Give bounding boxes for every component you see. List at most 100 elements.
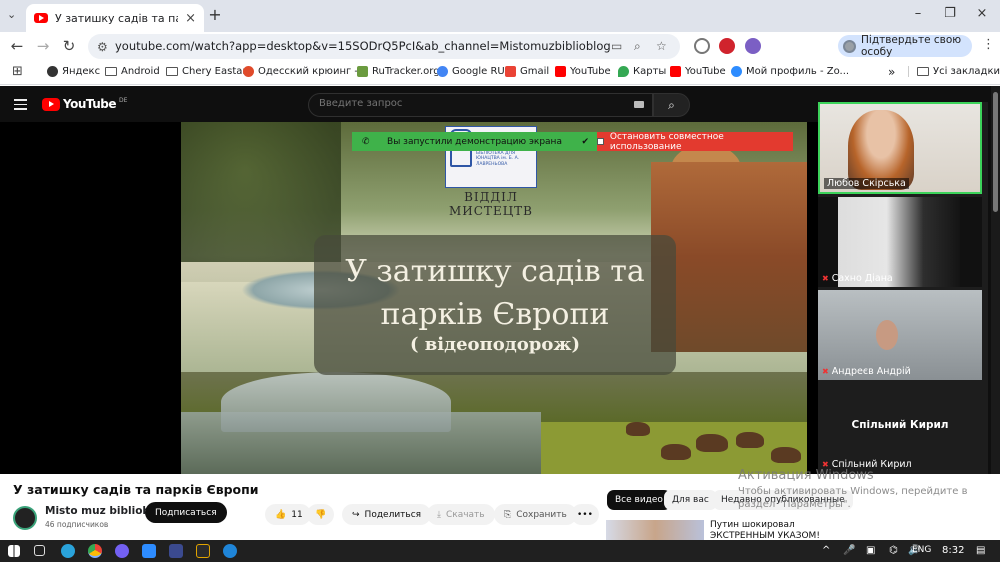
participant-tile[interactable]: ✖ Андреєв Андрій <box>818 290 982 380</box>
bookmark-google-ru[interactable]: Google RU <box>437 66 505 77</box>
bookmark-icon: ⎘ <box>504 509 512 520</box>
windows-start-icon[interactable] <box>8 545 20 557</box>
tab-close-icon[interactable]: × <box>185 11 196 26</box>
participant-tile[interactable]: Любов Скірська <box>818 102 982 194</box>
folder-icon <box>917 67 929 76</box>
bookmark-label: Google RU <box>452 66 505 77</box>
search-input[interactable] <box>319 98 619 109</box>
keyboard-icon[interactable] <box>634 101 644 108</box>
participant-name-text: Любов Скірська <box>827 178 906 189</box>
opera-extension-icon[interactable] <box>719 38 735 54</box>
search-button[interactable]: ⌕ <box>653 93 690 117</box>
camera-icon[interactable]: ▣ <box>866 545 875 556</box>
page-scrollbar[interactable] <box>991 86 1000 474</box>
folder-icon <box>166 67 178 76</box>
edge-icon[interactable] <box>223 544 237 558</box>
stop-sharing-label: Остановить совместное использование <box>609 131 724 152</box>
zoom-app-icon[interactable] <box>142 544 156 558</box>
participant-name: ✖ Сахно Діана <box>822 273 893 284</box>
more-actions-button[interactable]: ••• <box>571 504 599 525</box>
apps-grid-icon[interactable]: ⊞ <box>12 64 23 79</box>
bookmark-youtube-1[interactable]: YouTube <box>555 66 611 77</box>
bookmark-yandex[interactable]: Яндекс <box>47 66 100 77</box>
bookmark-gmail[interactable]: Gmail <box>505 66 549 77</box>
channel-avatar[interactable] <box>13 506 37 530</box>
zoom-icon[interactable]: ⌕ <box>634 39 641 54</box>
notifications-icon[interactable]: ▤ <box>976 545 985 556</box>
clock[interactable]: 8:32 <box>942 545 964 556</box>
site-info-icon[interactable]: ⚙ <box>97 40 108 54</box>
bookmark-maps[interactable]: Карты <box>618 66 666 77</box>
youtube-icon <box>555 66 566 77</box>
forward-arrow-icon[interactable]: → <box>34 37 52 55</box>
bookmark-rutracker[interactable]: RuTracker.org <box>357 66 440 77</box>
recommended-title[interactable]: Путин шокировал ЭКСТРЕННЫМ УКАЗОМ! Все <box>710 520 830 540</box>
dislike-button[interactable]: 👎 <box>307 504 335 525</box>
cast-icon[interactable]: ▭ <box>611 39 622 53</box>
bison <box>736 432 764 448</box>
download-button[interactable]: ⤓ Скачать <box>427 504 495 525</box>
folder-icon <box>105 67 117 76</box>
recommended-thumbnail[interactable] <box>606 520 704 540</box>
close-window-button[interactable]: × <box>972 6 992 21</box>
chrome-icon[interactable] <box>88 544 102 558</box>
all-bookmarks-button[interactable]: Усі закладки <box>908 66 1000 77</box>
slide-subtitle: ( відеоподорож) <box>409 334 581 355</box>
youtube-region: DE <box>119 96 128 104</box>
chrome-menu-icon[interactable]: ⋮ <box>982 37 995 52</box>
bookmark-android[interactable]: Android <box>105 66 160 77</box>
bookmarks-bar: ⊞ Яндекс Android Chery Eastar Одесский к… <box>0 61 1000 85</box>
translate-extension-icon[interactable] <box>694 38 710 54</box>
new-tab-button[interactable]: + <box>206 6 224 24</box>
microphone-icon[interactable]: 🎤 <box>843 545 855 556</box>
chip-for-you[interactable]: Для вас <box>664 490 717 510</box>
department-caption: ВІДДІЛ МИСТЕЦТВ <box>429 190 553 218</box>
bookmark-label: Мой профиль - Zo... <box>746 66 850 77</box>
participant-tile[interactable]: Спільний Кирил ✖ Спільний Кирил <box>818 383 982 473</box>
youtube-logo[interactable]: YouTube DE <box>42 97 127 111</box>
bookmark-chery-eastar[interactable]: Chery Eastar <box>166 66 247 77</box>
participant-tile[interactable]: ✖ Сахно Діана <box>818 197 982 287</box>
slide-title: У затишку садів та парків Європи <box>314 250 676 336</box>
network-icon[interactable]: ⌬ <box>889 545 898 556</box>
telegram-icon[interactable] <box>61 544 75 558</box>
video-player[interactable]: У затишку садів та парків Європи ( відео… <box>0 102 988 474</box>
bookmark-zoom-profile[interactable]: Мой профиль - Zo... <box>731 66 849 77</box>
search-box <box>308 93 653 117</box>
address-bar[interactable]: ⚙ youtube.com/watch?app=desktop&v=15SODr… <box>88 34 680 59</box>
media-app-icon[interactable] <box>169 544 183 558</box>
slide-title-line-1: У затишку садів та <box>345 254 645 289</box>
reload-icon[interactable]: ↻ <box>60 37 78 55</box>
viber-icon[interactable] <box>115 544 129 558</box>
profile-button[interactable]: Підтвердьте свою особу <box>838 34 972 58</box>
bookmark-label: YouTube <box>570 66 611 77</box>
stop-sharing-button[interactable]: Остановить совместное использование <box>597 131 793 152</box>
bison <box>771 447 801 463</box>
winamp-icon[interactable] <box>196 544 210 558</box>
subscribe-button[interactable]: Подписаться <box>145 502 227 523</box>
chip-all-videos[interactable]: Все видео <box>607 490 671 510</box>
tab-search-icon[interactable]: ⌄ <box>7 8 16 21</box>
firefox-extension-icon[interactable] <box>745 38 761 54</box>
language-indicator[interactable]: ENG <box>912 545 931 555</box>
like-button[interactable]: 👍 11 <box>265 504 311 525</box>
task-view-icon[interactable] <box>34 545 45 556</box>
bookmark-odessa-crewing[interactable]: Одесский крюинг -... <box>243 66 368 77</box>
youtube-play-icon <box>42 97 60 111</box>
bookmark-label: Карты <box>633 66 667 77</box>
menu-icon[interactable] <box>14 99 27 113</box>
save-label: Сохранить <box>516 509 567 520</box>
tray-overflow-icon[interactable]: ^ <box>822 545 830 556</box>
participant-name: Любов Скірська <box>824 178 909 189</box>
tab-active[interactable]: У затишку садів та парків Європи × <box>26 4 204 32</box>
minimize-button[interactable]: – <box>908 6 928 21</box>
url-text[interactable]: youtube.com/watch?app=desktop&v=15SODrQ5… <box>115 39 611 53</box>
share-button[interactable]: ↪ Поделиться <box>342 504 432 525</box>
bookmark-youtube-2[interactable]: YouTube <box>670 66 726 77</box>
back-arrow-icon[interactable]: ← <box>8 37 26 55</box>
scrollbar-thumb[interactable] <box>993 92 998 212</box>
maximize-button[interactable]: ❐ <box>940 6 960 21</box>
bookmarks-overflow-button[interactable]: » <box>888 65 895 79</box>
save-button[interactable]: ⎘ Сохранить <box>494 504 577 525</box>
bookmark-star-icon[interactable]: ☆ <box>656 39 667 53</box>
